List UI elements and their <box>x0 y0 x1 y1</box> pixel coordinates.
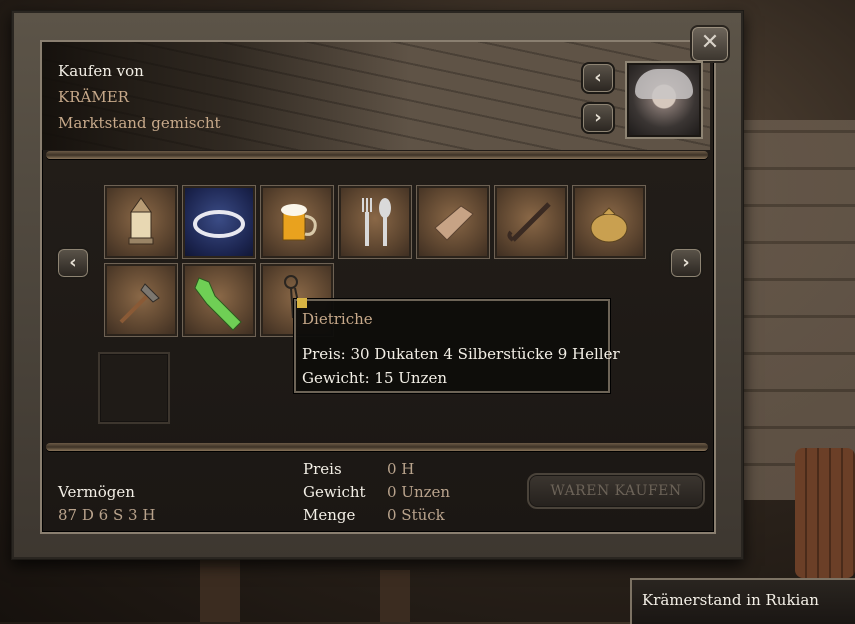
prev-page-button[interactable]: ‹ <box>56 247 90 279</box>
hatchet-icon <box>119 283 160 324</box>
background-barrel <box>795 448 855 578</box>
price-value: 0 H <box>387 460 415 478</box>
tooltip-marker <box>297 298 307 308</box>
bottle-icon <box>194 277 242 331</box>
price-label: Preis <box>303 460 342 478</box>
necklace-icon <box>193 210 245 238</box>
tooltip-price: Preis: 30 Dukaten 4 Silberstücke 9 Helle… <box>302 345 620 363</box>
location-name: Krämerstand in Rukian <box>642 591 819 609</box>
pouch-icon <box>590 207 628 243</box>
background-beam <box>200 560 240 622</box>
item-slot-lantern[interactable] <box>105 186 177 258</box>
top-divider <box>46 151 708 159</box>
item-slot-crowbar[interactable] <box>495 186 567 258</box>
item-slot-beer[interactable] <box>261 186 333 258</box>
tooltip-weight: Gewicht: 15 Unzen <box>302 369 448 387</box>
chevron-left-icon: ‹ <box>594 67 602 88</box>
header-banner <box>42 42 710 150</box>
wealth-value: 87 D 6 S 3 H <box>58 506 156 524</box>
crowbar-icon <box>507 202 551 242</box>
merchant-portrait <box>627 63 701 137</box>
item-slot-whetstone[interactable] <box>417 186 489 258</box>
item-slot-pouch[interactable] <box>573 186 645 258</box>
chevron-right-icon: › <box>594 107 602 128</box>
chevron-right-icon: › <box>682 252 690 273</box>
amount-label: Menge <box>303 506 356 524</box>
close-button[interactable]: ✕ <box>690 25 730 63</box>
merchant-name: KRÄMER <box>58 88 129 106</box>
item-slot-bottle[interactable] <box>183 264 255 336</box>
tooltip-title: Dietriche <box>302 310 373 328</box>
weight-label: Gewicht <box>303 483 366 501</box>
whetstone-icon <box>434 205 474 241</box>
empty-slot[interactable] <box>98 352 170 424</box>
next-merchant-button[interactable]: › <box>581 102 615 134</box>
lantern-icon <box>128 197 154 245</box>
header-title: Kaufen von <box>58 62 144 80</box>
buy-goods-button[interactable]: WAREN KAUFEN <box>527 473 705 509</box>
beer-mug-icon <box>281 204 317 241</box>
bottom-divider <box>46 443 708 451</box>
close-x-icon: ✕ <box>700 30 720 55</box>
prev-merchant-button[interactable]: ‹ <box>581 62 615 94</box>
item-slot-cutlery[interactable] <box>339 186 411 258</box>
stand-name: Marktstand gemischt <box>58 114 221 132</box>
item-slot-hatchet[interactable] <box>105 264 177 336</box>
fork-spoon-icon <box>362 198 391 246</box>
weight-value: 0 Unzen <box>387 483 451 501</box>
amount-value: 0 Stück <box>387 506 445 524</box>
item-slot-necklace[interactable] <box>183 186 255 258</box>
background-beam <box>380 570 410 622</box>
next-page-button[interactable]: › <box>669 247 703 279</box>
wealth-label: Vermögen <box>58 483 135 501</box>
portrait-hair <box>635 69 693 99</box>
chevron-left-icon: ‹ <box>69 252 77 273</box>
